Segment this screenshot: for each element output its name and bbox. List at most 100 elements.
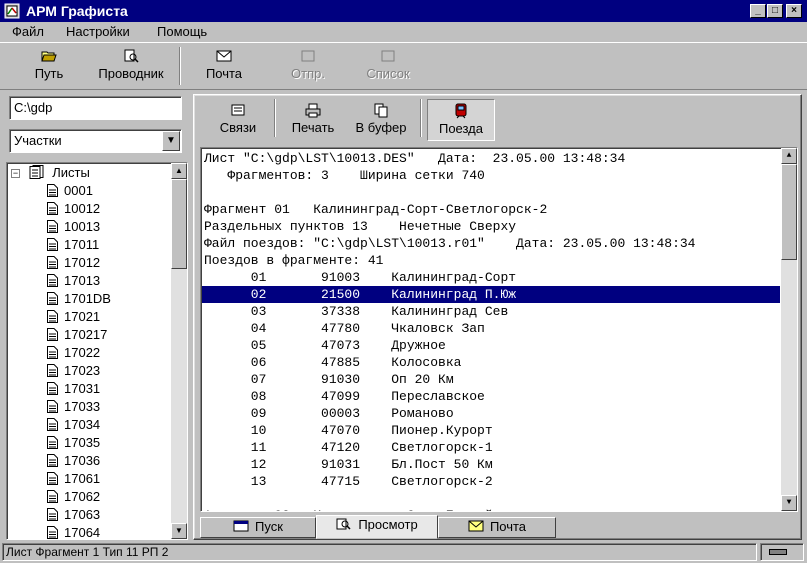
scroll-thumb[interactable]	[171, 179, 187, 269]
text-line[interactable]: Раздельных пунктов 13 Нечетные Сверху	[204, 218, 516, 235]
section-select[interactable]: Участки ▼	[9, 129, 182, 153]
scroll-up-icon[interactable]: ▲	[781, 148, 797, 164]
document-icon	[47, 274, 58, 287]
text-line[interactable]: 11 47120 Светлогорск-1	[204, 439, 493, 456]
tree-item-sheet[interactable]: 17013	[47, 273, 100, 291]
status-bar: Лист Фрагмент 1 Тип 11 РП 2	[0, 541, 807, 563]
list-icon	[381, 50, 395, 62]
text-line[interactable]: 08 47099 Переславское	[204, 388, 485, 405]
links-icon	[231, 104, 245, 116]
tree-item-sheet[interactable]: 17061	[47, 471, 100, 489]
collapse-icon[interactable]: −	[11, 169, 20, 178]
toolbar-separator	[179, 47, 181, 85]
close-button[interactable]: ×	[786, 4, 802, 18]
indicator-icon	[769, 549, 787, 555]
menu-settings[interactable]: Настройки	[66, 24, 130, 39]
app-icon	[4, 3, 20, 19]
tree-item-sheet[interactable]: 17031	[47, 381, 100, 399]
document-scrollbar[interactable]: ▲ ▼	[781, 148, 797, 511]
tab-mail[interactable]: Почта	[438, 517, 556, 538]
menu-file[interactable]: Файл	[12, 24, 44, 39]
text-line[interactable]: 05 47073 Дружное	[204, 337, 446, 354]
tree-item-sheet[interactable]: 17023	[47, 363, 100, 381]
maximize-button[interactable]: □	[767, 4, 783, 18]
document-view[interactable]: Лист "C:\gdp\LST\10013.DES" Дата: 23.05.…	[200, 147, 798, 512]
text-line[interactable]: Фрагментов: 3 Ширина сетки 740	[204, 167, 484, 184]
tree-item-label: 17062	[64, 489, 101, 504]
document-icon	[47, 184, 58, 197]
tree-item-sheet[interactable]: 17062	[47, 489, 100, 507]
text-line[interactable]: Фрагмент 01 Калининград-Сорт-Светлогорск…	[204, 201, 547, 218]
tree-item-label: 17064	[64, 525, 101, 540]
title-bar[interactable]: АРМ Графиста _ □ ×	[0, 0, 807, 22]
tree-item-label: 17031	[64, 381, 101, 396]
tree-item-sheet[interactable]: 17063	[47, 507, 100, 525]
text-line[interactable]: Фрагмент 02 Калининград-Сорт-Балтийск	[204, 507, 508, 511]
tree-item-label: 17035	[64, 435, 101, 450]
tree-item-sheet[interactable]: 17064	[47, 525, 101, 540]
document-icon	[47, 328, 58, 341]
tree-item-sheet[interactable]: 1701DB	[47, 291, 111, 309]
path-input[interactable]: C:\gdp	[9, 96, 182, 120]
tree-item-sheet[interactable]: 17022	[47, 345, 100, 363]
text-line[interactable]: 13 47715 Светлогорск-2	[204, 473, 493, 490]
tree-item-sheet[interactable]: 17012	[47, 255, 100, 273]
toolbar-separator	[420, 99, 422, 137]
scroll-down-icon[interactable]: ▼	[781, 495, 797, 511]
text-line[interactable]: 10 47070 Пионер.Курорт	[204, 422, 493, 439]
printer-icon	[305, 103, 321, 118]
tree-item-label: 170217	[64, 327, 108, 342]
text-line[interactable]: 07 91030 Оп 20 Км	[204, 371, 454, 388]
menu-help[interactable]: Помощь	[157, 24, 207, 39]
sheets-tree[interactable]: − Листы 0001 10012 10013 17011 17012 17013 170…	[6, 162, 188, 540]
tree-item-sheet[interactable]: 17021	[47, 309, 100, 327]
trains-button[interactable]: Поезда	[427, 99, 495, 141]
scroll-thumb[interactable]	[781, 164, 797, 260]
selected-text-line[interactable]: 02 21500 Калининград П.Юж	[202, 286, 780, 303]
text-line[interactable]: Поездов в фрагменте: 41	[204, 252, 383, 269]
tree-item-label: 17012	[64, 255, 101, 270]
tree-item-label: 0001	[64, 183, 93, 198]
copy-to-clipboard-button[interactable]: В буфер	[348, 99, 414, 141]
explorer-button[interactable]: Проводник	[88, 47, 174, 87]
list-button[interactable]: Список	[357, 47, 419, 87]
copy-icon	[374, 103, 388, 118]
tab-view[interactable]: Просмотр	[316, 515, 438, 539]
mail-button[interactable]: Почта	[196, 47, 252, 87]
tree-item-sheet[interactable]: 17036	[47, 453, 100, 471]
text-line[interactable]: Файл поездов: "C:\gdp\LST\10013.r01" Дат…	[204, 235, 695, 252]
path-button[interactable]: Путь	[22, 47, 76, 87]
minimize-button[interactable]: _	[750, 4, 766, 18]
tree-root-sheets[interactable]: − Листы	[11, 165, 90, 183]
tab-start[interactable]: Пуск	[200, 517, 316, 538]
scroll-down-icon[interactable]: ▼	[171, 523, 187, 539]
main-toolbar: Путь Проводник Почта Отпр. Список	[0, 42, 807, 90]
text-line[interactable]: 03 37338 Калининград Сев	[204, 303, 508, 320]
tree-item-sheet[interactable]: 17034	[47, 417, 100, 435]
tree-item-sheet[interactable]: 17035	[47, 435, 100, 453]
text-line[interactable]: 09 00003 Романово	[204, 405, 454, 422]
text-line[interactable]: 06 47885 Колосовка	[204, 354, 462, 371]
tree-item-sheet[interactable]: 17033	[47, 399, 100, 417]
text-line[interactable]: 12 91031 Бл.Пост 50 Км	[204, 456, 493, 473]
tree-item-sheet[interactable]: 0001	[47, 183, 93, 201]
document-icon	[47, 364, 58, 377]
tree-item-sheet[interactable]: 10013	[47, 219, 100, 237]
print-button[interactable]: Печать	[284, 99, 342, 141]
scroll-up-icon[interactable]: ▲	[171, 163, 187, 179]
tree-item-sheet[interactable]: 17011	[47, 237, 99, 255]
document-icon	[47, 310, 58, 323]
document-icon	[47, 220, 58, 233]
tree-item-label: 17023	[64, 363, 101, 378]
tree-item-sheet[interactable]: 10012	[47, 201, 100, 219]
text-line[interactable]: 01 91003 Калининград-Сорт	[204, 269, 516, 286]
chevron-down-icon[interactable]: ▼	[162, 131, 180, 151]
text-line[interactable]: Лист "C:\gdp\LST\10013.DES" Дата: 23.05.…	[204, 150, 625, 167]
links-button[interactable]: Связи	[208, 99, 268, 141]
send-button[interactable]: Отпр.	[282, 47, 334, 87]
tree-item-sheet[interactable]: 170217	[47, 327, 107, 345]
document-icon	[47, 346, 58, 359]
tree-item-label: 17061	[64, 471, 101, 486]
text-line[interactable]: 04 47780 Чкаловск Зап	[204, 320, 485, 337]
tree-scrollbar[interactable]: ▲ ▼	[171, 163, 187, 539]
